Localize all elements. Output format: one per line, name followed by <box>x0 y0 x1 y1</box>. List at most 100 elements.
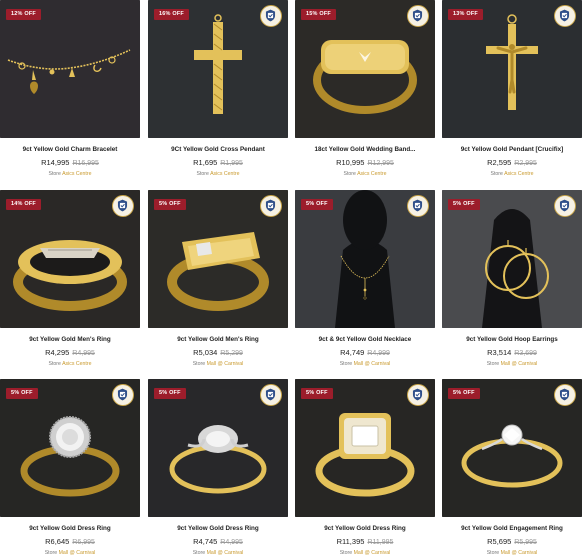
product-prices: R4,295 R4,995 <box>0 348 140 357</box>
product-card[interactable]: 5% OFF 9ct Yellow Gold Dress Ring R4,745… <box>148 379 288 559</box>
store-link[interactable]: Mall @ Carnival <box>207 550 244 556</box>
product-title[interactable]: 9ct Yellow Gold Men's Ring <box>148 336 288 343</box>
product-image[interactable]: 14% OFF <box>0 190 140 328</box>
product-card[interactable]: 12% OFF 9ct Yellow Gold Charm Bracelet R… <box>0 0 140 180</box>
current-price: R1,695 <box>193 158 218 167</box>
product-card[interactable]: 5% OFF 9ct Yellow Gold Dress Ring R11,39… <box>295 379 435 559</box>
store-info: Store Asics Centre <box>442 171 582 177</box>
product-title[interactable]: 9ct Yellow Gold Dress Ring <box>148 525 288 532</box>
product-title[interactable]: 9ct & 9ct Yellow Gold Necklace <box>295 336 435 343</box>
current-price: R10,995 <box>336 158 365 167</box>
store-link[interactable]: Asics Centre <box>210 171 239 177</box>
current-price: R4,749 <box>340 348 365 357</box>
discount-badge: 5% OFF <box>448 388 480 399</box>
product-prices: R4,749 R4,999 <box>295 348 435 357</box>
store-info: Store Asics Centre <box>0 361 140 367</box>
store-label: Store <box>339 361 353 367</box>
discount-badge: 5% OFF <box>154 388 186 399</box>
discount-badge: 5% OFF <box>448 199 480 210</box>
product-card[interactable]: 15% OFF 18ct Yellow Gold Wedding Band...… <box>295 0 435 180</box>
product-card[interactable]: 14% OFF 9ct Yellow Gold Men's Ring R4,29… <box>0 190 140 370</box>
store-label: Store <box>48 171 61 177</box>
store-link[interactable]: Asics Centre <box>62 171 91 177</box>
product-image[interactable]: 5% OFF <box>148 379 288 517</box>
store-label: Store <box>486 550 500 556</box>
store-link[interactable]: Mall @ Carnival <box>501 361 538 367</box>
product-prices: R10,995 R12,995 <box>295 158 435 167</box>
discount-badge: 15% OFF <box>301 9 336 20</box>
store-info: Store Asics Centre <box>0 171 140 177</box>
product-prices: R2,595 R2,995 <box>442 158 582 167</box>
store-link[interactable]: Asics Centre <box>357 171 386 177</box>
product-title[interactable]: 18ct Yellow Gold Wedding Band... <box>295 146 435 153</box>
store-link[interactable]: Mall @ Carnival <box>59 550 96 556</box>
product-image[interactable]: 12% OFF <box>0 0 140 138</box>
product-card[interactable]: 5% OFF 9ct Yellow Gold Engagement Ring R… <box>442 379 582 559</box>
product-image[interactable]: 5% OFF <box>0 379 140 517</box>
current-price: R2,595 <box>487 158 512 167</box>
store-info: Store Asics Centre <box>148 171 288 177</box>
original-price: R11,995 <box>367 539 394 546</box>
store-label: Store <box>486 361 500 367</box>
product-prices: R5,034 R5,299 <box>148 348 288 357</box>
discount-badge: 5% OFF <box>301 199 333 210</box>
store-label: Store <box>339 550 353 556</box>
product-prices: R3,514 R3,699 <box>442 348 582 357</box>
product-title[interactable]: 9Ct Yellow Gold Cross Pendant <box>148 146 288 153</box>
product-image[interactable]: 5% OFF <box>442 379 582 517</box>
original-price: R4,999 <box>367 350 390 357</box>
original-price: R16,995 <box>72 160 99 167</box>
discount-badge: 5% OFF <box>154 199 186 210</box>
product-card[interactable]: 5% OFF 9ct Yellow Gold Hoop Earrings R3,… <box>442 190 582 370</box>
current-price: R6,645 <box>45 537 70 546</box>
product-image[interactable]: 13% OFF <box>442 0 582 138</box>
product-image[interactable]: 5% OFF <box>295 379 435 517</box>
product-card[interactable]: 5% OFF 9ct & 9ct Yellow Gold Necklace R4… <box>295 190 435 370</box>
product-grid: 12% OFF 9ct Yellow Gold Charm Bracelet R… <box>0 0 582 560</box>
product-prices: R14,995 R16,995 <box>0 158 140 167</box>
product-card[interactable]: 5% OFF 9ct Yellow Gold Men's Ring R5,034… <box>148 190 288 370</box>
store-label: Store <box>48 361 61 367</box>
current-price: R11,395 <box>336 537 365 546</box>
product-card[interactable]: 5% OFF 9ct Yellow Gold Dress Ring R6,645… <box>0 379 140 559</box>
store-link[interactable]: Asics Centre <box>504 171 533 177</box>
product-prices: R5,695 R5,995 <box>442 537 582 546</box>
product-title[interactable]: 9ct Yellow Gold Dress Ring <box>0 525 140 532</box>
store-info: Store Mall @ Carnival <box>148 550 288 556</box>
product-image[interactable]: 5% OFF <box>295 190 435 328</box>
product-title[interactable]: 9ct Yellow Gold Hoop Earrings <box>442 336 582 343</box>
current-price: R4,745 <box>193 537 218 546</box>
original-price: R4,995 <box>220 539 243 546</box>
quality-shield-icon <box>260 5 282 27</box>
product-title[interactable]: 9ct Yellow Gold Pendant [Crucifix] <box>442 146 582 153</box>
product-image[interactable]: 16% OFF <box>148 0 288 138</box>
store-link[interactable]: Mall @ Carnival <box>354 550 391 556</box>
quality-shield-icon <box>260 195 282 217</box>
quality-shield-icon <box>554 384 576 406</box>
store-link[interactable]: Asics Centre <box>62 361 91 367</box>
store-link[interactable]: Mall @ Carnival <box>501 550 538 556</box>
current-price: R14,995 <box>41 158 70 167</box>
product-title[interactable]: 9ct Yellow Gold Charm Bracelet <box>0 146 140 153</box>
current-price: R3,514 <box>487 348 512 357</box>
discount-badge: 12% OFF <box>6 9 41 20</box>
product-image[interactable]: 15% OFF <box>295 0 435 138</box>
product-prices: R6,645 R6,995 <box>0 537 140 546</box>
current-price: R4,295 <box>45 348 70 357</box>
store-label: Store <box>490 171 503 177</box>
product-prices: R1,695 R1,995 <box>148 158 288 167</box>
product-card[interactable]: 13% OFF 9ct Yellow Gold Pendant [Crucifi… <box>442 0 582 180</box>
product-title[interactable]: 9ct Yellow Gold Dress Ring <box>295 525 435 532</box>
product-title[interactable]: 9ct Yellow Gold Men's Ring <box>0 336 140 343</box>
discount-badge: 14% OFF <box>6 199 41 210</box>
quality-shield-icon <box>407 195 429 217</box>
product-card[interactable]: 16% OFF 9Ct Yellow Gold Cross Pendant R1… <box>148 0 288 180</box>
discount-badge: 5% OFF <box>301 388 333 399</box>
store-link[interactable]: Mall @ Carnival <box>354 361 391 367</box>
store-link[interactable]: Mall @ Carnival <box>207 361 244 367</box>
store-info: Store Mall @ Carnival <box>442 361 582 367</box>
discount-badge: 16% OFF <box>154 9 189 20</box>
product-image[interactable]: 5% OFF <box>442 190 582 328</box>
product-title[interactable]: 9ct Yellow Gold Engagement Ring <box>442 525 582 532</box>
product-image[interactable]: 5% OFF <box>148 190 288 328</box>
